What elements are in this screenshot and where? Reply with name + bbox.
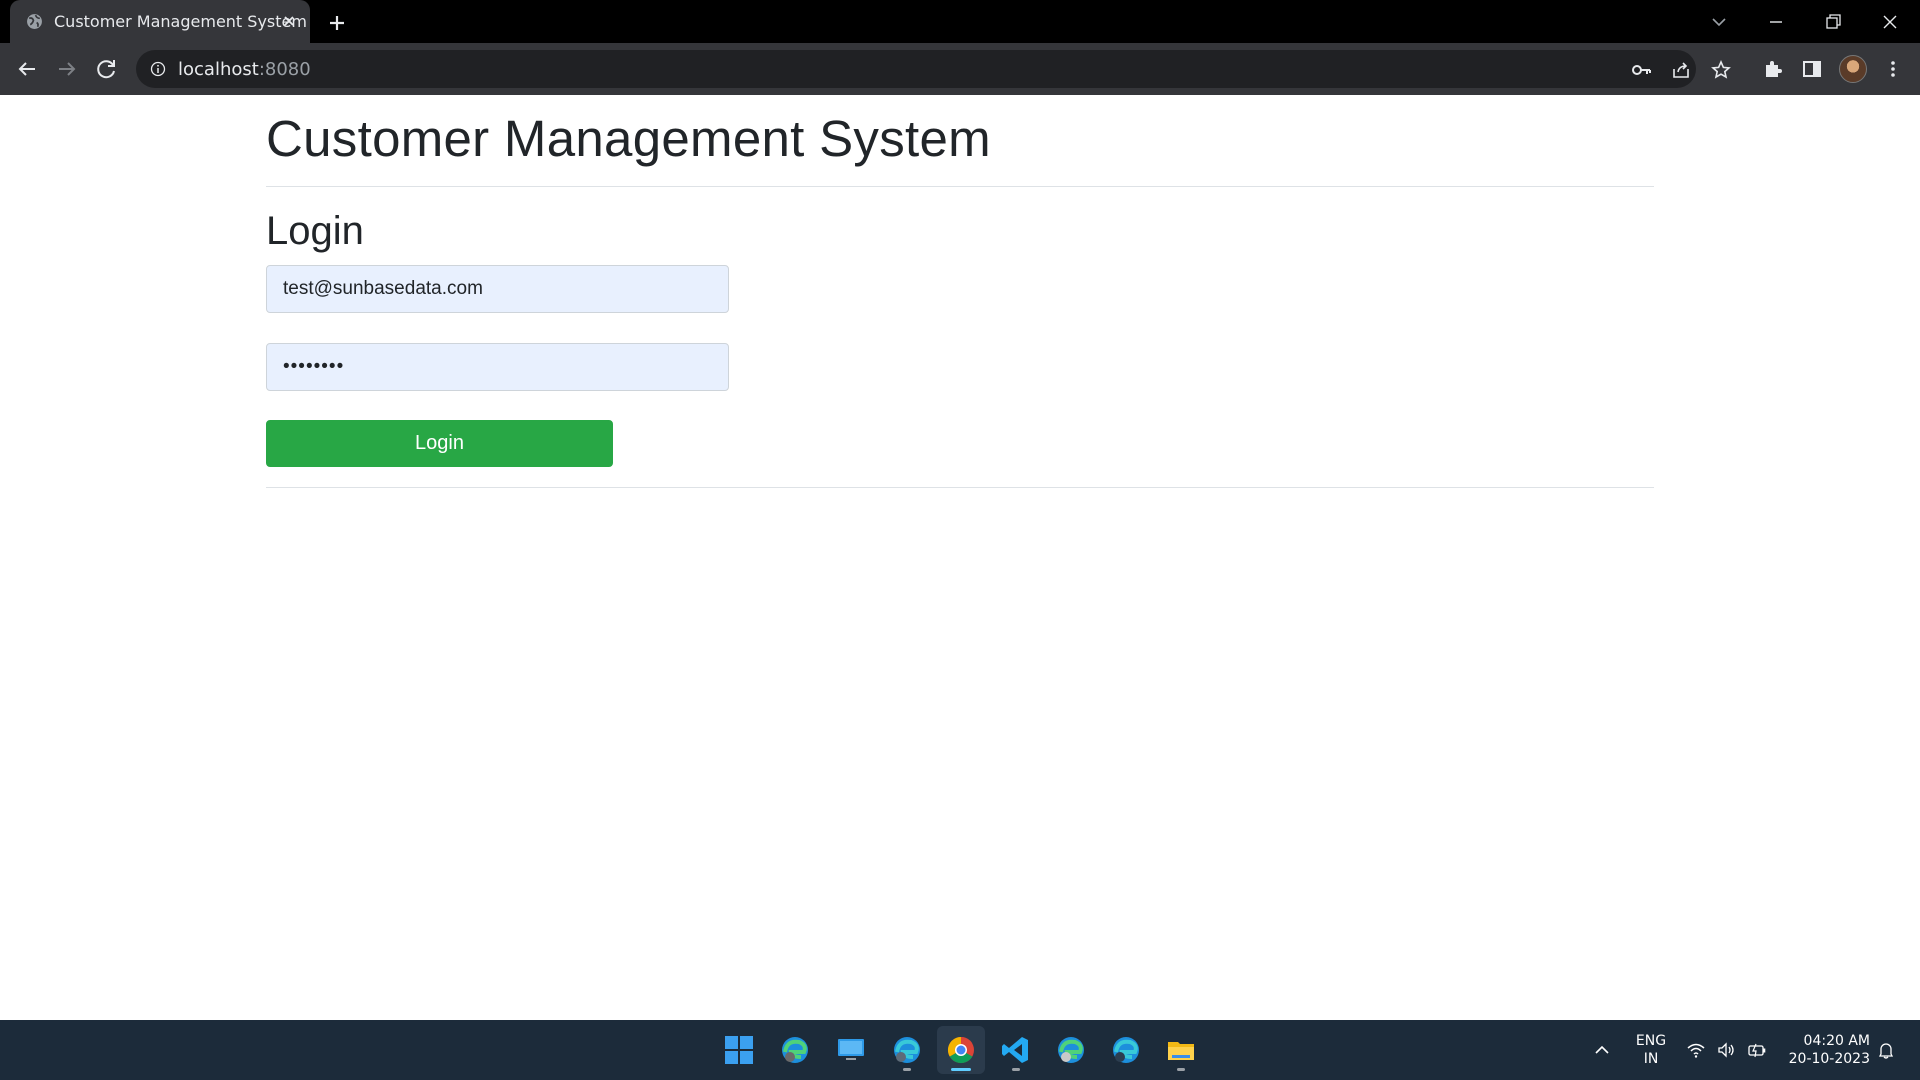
header-divider bbox=[266, 186, 1654, 187]
active-indicator bbox=[951, 1068, 971, 1071]
new-tab-icon[interactable] bbox=[324, 10, 350, 36]
taskbar-app-chrome[interactable] bbox=[937, 1026, 985, 1074]
close-window-icon[interactable] bbox=[1876, 8, 1904, 36]
back-icon[interactable] bbox=[13, 55, 41, 83]
wifi-icon[interactable] bbox=[1686, 1040, 1706, 1060]
menu-kebab-icon[interactable] bbox=[1879, 55, 1907, 83]
running-indicator bbox=[903, 1068, 911, 1071]
taskbar-app-vscode[interactable] bbox=[992, 1026, 1040, 1074]
bookmark-star-icon[interactable] bbox=[1710, 59, 1732, 81]
taskbar-app-edge-beta[interactable] bbox=[771, 1026, 819, 1074]
taskbar-app-edge-canary[interactable] bbox=[1047, 1026, 1095, 1074]
password-input[interactable] bbox=[266, 343, 729, 391]
url-text: localhost:8080 bbox=[178, 59, 311, 80]
vscode-icon bbox=[1002, 1037, 1028, 1063]
language-indicator[interactable]: ENG IN bbox=[1634, 1032, 1668, 1068]
lang-line2: IN bbox=[1643, 1051, 1659, 1067]
profile-avatar[interactable] bbox=[1839, 55, 1867, 83]
taskbar-app-edge[interactable] bbox=[1102, 1026, 1150, 1074]
form-divider bbox=[266, 487, 1654, 488]
globe-icon bbox=[27, 14, 42, 29]
site-info-icon[interactable] bbox=[150, 61, 166, 77]
url-host: localhost bbox=[178, 59, 259, 80]
edge-icon bbox=[1113, 1037, 1139, 1063]
tab-search-icon[interactable] bbox=[1705, 8, 1733, 36]
edge-beta-icon bbox=[782, 1037, 808, 1063]
login-heading: Login bbox=[266, 209, 364, 253]
share-icon[interactable] bbox=[1670, 59, 1692, 81]
forward-icon[interactable] bbox=[53, 55, 81, 83]
restore-icon[interactable] bbox=[1819, 8, 1847, 36]
taskbar-app-edge-dev[interactable] bbox=[883, 1026, 931, 1074]
key-icon[interactable] bbox=[1630, 59, 1652, 81]
url-port: :8080 bbox=[258, 59, 311, 80]
running-indicator bbox=[1177, 1068, 1185, 1071]
reload-icon[interactable] bbox=[93, 55, 121, 83]
taskbar-app-desktop[interactable] bbox=[827, 1026, 875, 1074]
extensions-icon[interactable] bbox=[1758, 55, 1786, 83]
chrome-icon bbox=[947, 1036, 974, 1064]
system-clock[interactable]: 04:20 AM 20-10-2023 bbox=[1780, 1032, 1870, 1068]
email-input[interactable] bbox=[266, 265, 729, 313]
chevron-up-icon[interactable] bbox=[1592, 1040, 1612, 1060]
battery-icon[interactable] bbox=[1747, 1040, 1767, 1060]
lang-line1: ENG bbox=[1635, 1033, 1667, 1049]
clock-time: 04:20 AM bbox=[1803, 1033, 1870, 1049]
close-tab-icon[interactable] bbox=[280, 12, 298, 30]
browser-toolbar: localhost:8080 bbox=[0, 43, 1920, 95]
desktop-icon bbox=[838, 1039, 864, 1060]
taskbar-app-file-explorer[interactable] bbox=[1157, 1026, 1205, 1074]
notification-icon[interactable] bbox=[1876, 1040, 1896, 1060]
windows-taskbar: ENG IN 04:20 AM 20-10-2023 bbox=[0, 1020, 1920, 1080]
windows-start-icon bbox=[725, 1036, 753, 1064]
browser-tab-strip: Customer Management System bbox=[0, 0, 1920, 43]
page-title: Customer Management System bbox=[266, 110, 991, 167]
minimize-icon[interactable] bbox=[1762, 8, 1790, 36]
tab-title: Customer Management System bbox=[54, 12, 307, 31]
running-indicator bbox=[1012, 1068, 1020, 1071]
web-page: Customer Management System Login Login bbox=[0, 95, 1920, 1020]
start-button[interactable] bbox=[715, 1026, 763, 1074]
side-panel-icon[interactable] bbox=[1798, 55, 1826, 83]
address-bar[interactable]: localhost:8080 bbox=[136, 50, 1731, 88]
edge-canary-icon bbox=[1058, 1037, 1084, 1063]
login-button[interactable]: Login bbox=[266, 420, 613, 467]
file-explorer-icon bbox=[1168, 1042, 1194, 1060]
volume-icon[interactable] bbox=[1716, 1040, 1736, 1060]
browser-tab[interactable]: Customer Management System bbox=[10, 0, 310, 43]
edge-dev-icon bbox=[894, 1037, 920, 1063]
clock-date: 20-10-2023 bbox=[1788, 1051, 1870, 1067]
